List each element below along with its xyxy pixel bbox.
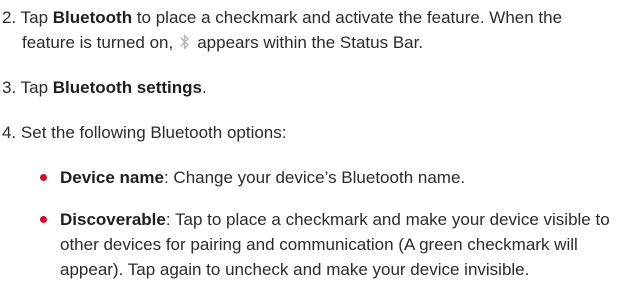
bullet-device-name: Device name: Change your device’s Blueto… <box>40 165 630 190</box>
step-2-line-2: feature is turned on, appears within the… <box>2 30 622 55</box>
device-name-term: Device name <box>60 168 164 187</box>
step-text: Set the following Bluetooth options: <box>20 123 287 142</box>
step-text: to place a checkmark and activate the fe… <box>132 8 563 27</box>
step-2-line-1: 2. Tap Bluetooth to place a checkmark an… <box>2 5 622 30</box>
bluetooth-term: Bluetooth <box>52 8 133 27</box>
step-number: 3. <box>2 78 17 97</box>
bullet-description-1: Tap to place a checkmark and make your d… <box>170 210 610 229</box>
step-4: 4. Set the following Bluetooth options: <box>2 120 622 145</box>
step-lead: Tap <box>20 8 49 27</box>
bullet-description: Change your device’s Bluetooth name. <box>168 168 466 187</box>
bullet-dot <box>40 216 47 223</box>
step-text-post: appears within the Status Bar. <box>197 33 424 52</box>
step-number: 4. <box>2 123 17 142</box>
bullet-line-2: other devices for pairing and communicat… <box>60 235 578 254</box>
bullet-line-3: appear). Tap again to uncheck and make y… <box>60 260 530 279</box>
bluetooth-settings-term: Bluetooth settings <box>52 78 202 97</box>
bullet-text: Discoverable: Tap to place a checkmark a… <box>40 207 630 282</box>
step-2: 2. Tap Bluetooth to place a checkmark an… <box>2 5 622 55</box>
bullet-dot <box>40 174 47 181</box>
step-4-line-1: 4. Set the following Bluetooth options: <box>2 120 622 145</box>
manual-page: 2. Tap Bluetooth to place a checkmark an… <box>0 0 641 284</box>
bullet-discoverable: Discoverable: Tap to place a checkmark a… <box>40 207 630 282</box>
step-3-line-1: 3. Tap Bluetooth settings. <box>2 75 622 100</box>
bullet-line-1: Device name: Change your device’s Blueto… <box>60 165 630 190</box>
step-tail: . <box>201 78 207 97</box>
bullet-text: Device name: Change your device’s Blueto… <box>40 165 630 190</box>
step-3: 3. Tap Bluetooth settings. <box>2 75 622 100</box>
step-number: 2. <box>2 8 17 27</box>
bullet-line-1: Discoverable: Tap to place a checkmark a… <box>60 207 630 232</box>
discoverable-term: Discoverable <box>60 210 166 229</box>
step-lead: Tap <box>20 78 49 97</box>
step-text-pre: feature is turned on, <box>22 33 174 52</box>
bluetooth-icon <box>180 34 189 50</box>
